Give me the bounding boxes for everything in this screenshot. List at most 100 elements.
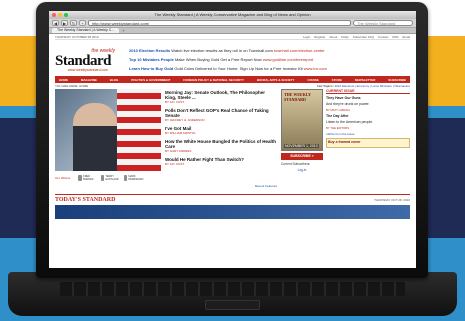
- story-byline: BY JAY COST: [165, 162, 185, 166]
- nav-cruise[interactable]: CRUISE: [307, 78, 318, 82]
- reload-button[interactable]: ↻: [70, 20, 77, 26]
- nav-blog[interactable]: BLOG: [110, 78, 119, 82]
- promo-link[interactable]: Top 10 Mistakes People Make When Buying …: [129, 57, 410, 62]
- sponsored-links: 2010 Election Results Watch live electio…: [121, 43, 410, 76]
- login-link[interactable]: Log-in: [281, 168, 323, 172]
- search-field[interactable]: The Weekly Standard: [353, 20, 413, 26]
- story-byline: BY JAY COST: [165, 100, 185, 104]
- issue-item-byline: BY THE EDITORS: [326, 126, 350, 130]
- hot-topics-label: Hot Topics:: [317, 84, 334, 88]
- date-strip: THURSDAY OCTOBER 28 2010: [55, 34, 99, 39]
- writer-link[interactable]: MARK HEMINGWAY: [124, 175, 144, 182]
- current-issue-heading: CURRENT ISSUE: [326, 89, 410, 94]
- issue-item-byline: BY MATT LABASH: [326, 108, 350, 112]
- top-link-faqs[interactable]: FAQs: [341, 35, 349, 39]
- top-link-login[interactable]: Login: [303, 35, 310, 39]
- subscribe-button[interactable]: SUBSCRIBE »: [281, 153, 323, 160]
- writer-link[interactable]: FRED BARNES: [78, 175, 98, 182]
- writer-link[interactable]: TERRY EASTLAND: [101, 175, 121, 182]
- story-byline: BY GARY ANDRES: [165, 149, 192, 153]
- flag-image: [117, 89, 161, 171]
- nav-newsletter[interactable]: NEWSLETTER: [355, 78, 376, 82]
- story-item[interactable]: How the White House Bungled the Politics…: [165, 139, 277, 153]
- window-controls: [52, 13, 68, 17]
- person-image: [73, 103, 117, 171]
- nav-politics[interactable]: POLITICS & GOVERNMENT: [131, 78, 170, 82]
- logo-url: www.weeklystandard.com: [67, 67, 109, 72]
- sidebar: THE WEEKLY STANDARD NOVEMBER 1, 2010 SUB…: [281, 89, 410, 188]
- add-bookmark-button[interactable]: +: [79, 20, 86, 26]
- todays-standard-date: THURSDAY OCT 28, 2010: [374, 198, 410, 202]
- minimize-window-icon[interactable]: [58, 13, 62, 17]
- feature-column: Our Writers FRED BARNES TERRY EASTLAND M…: [55, 89, 161, 188]
- magazine-title: THE WEEKLY STANDARD: [284, 92, 311, 102]
- avatar: [124, 175, 128, 181]
- window-title: The Weekly Standard | A Weekly Conservat…: [154, 12, 311, 17]
- recent-features-link[interactable]: Recent Features: [165, 184, 277, 188]
- story-item[interactable]: Polls Don't Reflect GOP's Real Chance of…: [165, 108, 277, 122]
- top-link-subscriber-faq[interactable]: Subscriber FAQ: [353, 35, 374, 39]
- avatar: [101, 175, 105, 181]
- zoom-window-icon[interactable]: [64, 13, 68, 17]
- site-logo[interactable]: the weekly Standard www.weeklystandard.c…: [55, 43, 121, 76]
- laptop-keyboard: [60, 282, 405, 296]
- magazine-column: THE WEEKLY STANDARD NOVEMBER 1, 2010 SUB…: [281, 89, 323, 188]
- issue-link[interactable]: »Write from the Issue: [326, 132, 410, 136]
- nav-magazine[interactable]: MAGAZINE: [81, 78, 97, 82]
- tab-weekly-standard[interactable]: The Weekly Standard | A Weekly C...: [52, 28, 120, 33]
- current-subscribers-label: Current Subscribers:: [281, 162, 311, 166]
- feature-photo[interactable]: [55, 89, 161, 171]
- current-issue: CURRENT ISSUE They Have Our Guns And the…: [326, 89, 410, 188]
- our-writers: Our Writers FRED BARNES TERRY EASTLAND M…: [55, 173, 161, 183]
- browser-toolbar: ◀ ▶ ↻ + http://www.weeklystandard.com/ T…: [49, 19, 416, 28]
- avatar: [78, 175, 83, 181]
- top-link-email[interactable]: Email: [402, 35, 410, 39]
- magazine-date: NOVEMBER 1, 2010: [284, 144, 319, 148]
- issue-item-title[interactable]: The Day After: [326, 114, 410, 118]
- top-link-rss[interactable]: RSS: [392, 35, 398, 39]
- breadcrumb: YOU ARE HERE: HOME: [55, 84, 89, 88]
- todays-standard-title: TODAY'S STANDARD: [55, 197, 116, 203]
- address-bar[interactable]: http://www.weeklystandard.com/: [88, 20, 351, 26]
- todays-standard-header: TODAY'S STANDARD THURSDAY OCT 28, 2010: [55, 194, 410, 203]
- site-header: the weekly Standard www.weeklystandard.c…: [55, 40, 410, 76]
- hot-topics: Hot Topics: 2010 Elections | Economy | L…: [317, 84, 410, 88]
- close-window-icon[interactable]: [52, 13, 56, 17]
- magazine-cover[interactable]: THE WEEKLY STANDARD NOVEMBER 1, 2010: [281, 89, 323, 151]
- main-navigation: HOME MAGAZINE BLOG POLITICS & GOVERNMENT…: [55, 76, 410, 83]
- top-links: Login Register About FAQs Subscriber FAQ…: [303, 35, 410, 39]
- nav-foreign-policy[interactable]: FOREIGN POLICY & NATIONAL SECURITY: [183, 78, 244, 82]
- nav-subscribe[interactable]: SUBSCRIBE: [388, 78, 406, 82]
- issue-item-title[interactable]: They Have Our Guns: [326, 96, 410, 100]
- hot-topics-links[interactable]: 2010 Elections | Economy | Lame Minister…: [334, 84, 410, 88]
- framed-cover-ad[interactable]: Buy a framed cover: [326, 138, 410, 148]
- top-link-register[interactable]: Register: [314, 35, 325, 39]
- story-byline: BY JEFFREY H. ANDERSON: [165, 118, 205, 122]
- top-link-about[interactable]: About: [329, 35, 337, 39]
- web-page: THURSDAY OCTOBER 28 2010 Login Register …: [49, 34, 416, 219]
- nav-home[interactable]: HOME: [59, 78, 68, 82]
- issue-item-title[interactable]: And they're drunk on power.: [326, 102, 410, 106]
- top-link-contact[interactable]: Contact: [378, 35, 388, 39]
- our-writers-label: Our Writers: [55, 176, 71, 180]
- new-tab-button[interactable]: +: [119, 28, 127, 33]
- story-byline: BY WILLIAM KRISTOL: [165, 131, 196, 135]
- window-titlebar: The Weekly Standard | A Weekly Conservat…: [49, 11, 416, 19]
- forward-button[interactable]: ▶: [61, 20, 68, 26]
- story-item[interactable]: Morning Jay: Senate Outlook, The Philoso…: [165, 90, 277, 104]
- story-item[interactable]: I've Got Mail BY WILLIAM KRISTOL: [165, 126, 277, 135]
- story-headline[interactable]: Polls Don't Reflect GOP's Real Chance of…: [165, 108, 277, 118]
- back-button[interactable]: ◀: [52, 20, 59, 26]
- todays-standard-image[interactable]: [55, 205, 410, 219]
- story-item[interactable]: Would He Rather Fight Than Switch? BY JAY…: [165, 157, 277, 166]
- nav-store[interactable]: STORE: [332, 78, 342, 82]
- main-content: Our Writers FRED BARNES TERRY EASTLAND M…: [55, 89, 410, 188]
- story-headline[interactable]: Morning Jay: Senate Outlook, The Philoso…: [165, 90, 277, 100]
- nav-books-arts[interactable]: BOOKS, ARTS & SOCIETY: [257, 78, 295, 82]
- promo-link[interactable]: 2010 Election Results Watch live electio…: [129, 48, 410, 53]
- promo-link[interactable]: Learn How to Buy Gold Gold Coins Deliver…: [129, 66, 410, 71]
- logo-standard: Standard: [55, 52, 112, 69]
- laptop-touchpad: [205, 300, 260, 310]
- story-headline[interactable]: How the White House Bungled the Politics…: [165, 139, 277, 149]
- issue-item-title[interactable]: Listen to the American people.: [326, 120, 410, 124]
